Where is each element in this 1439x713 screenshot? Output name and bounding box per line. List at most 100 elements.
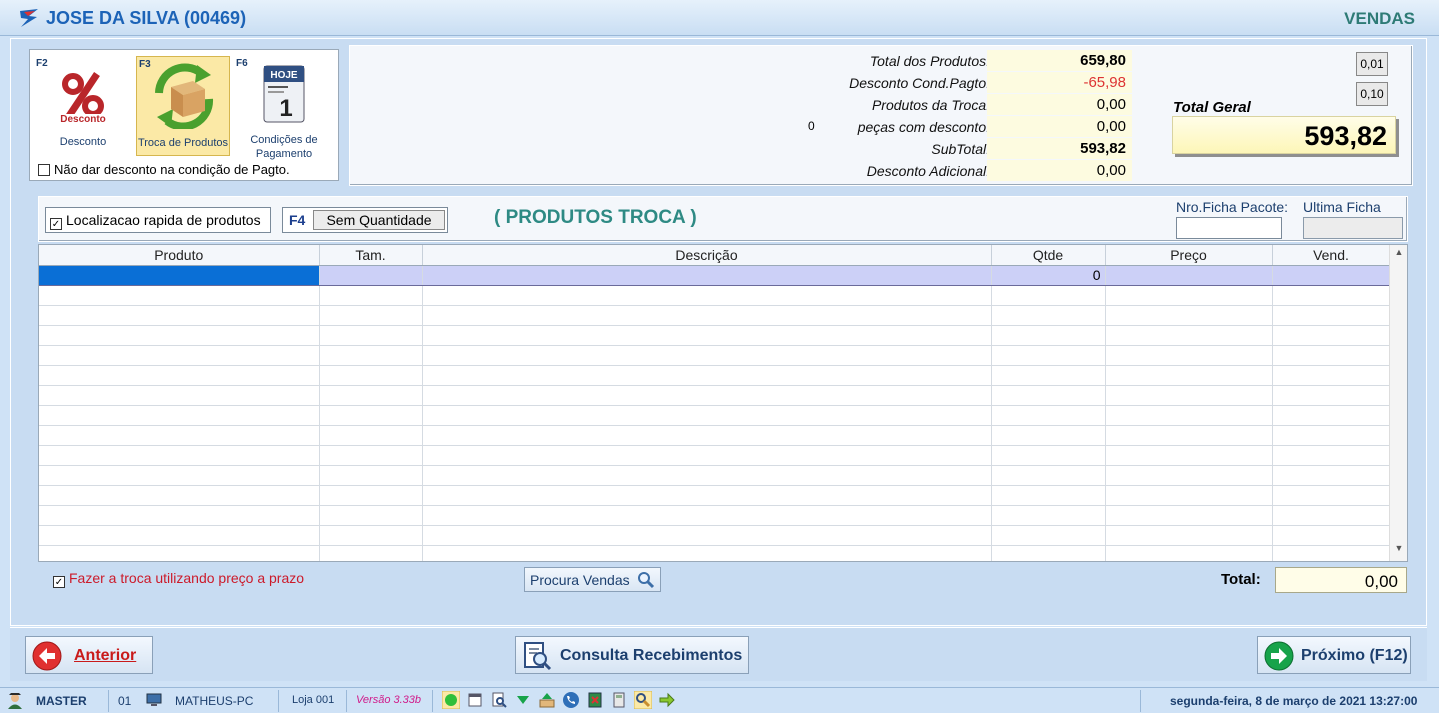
- table-row[interactable]: [39, 465, 1391, 486]
- cell-tam[interactable]: [319, 265, 423, 286]
- table-row[interactable]: [39, 305, 1391, 326]
- product-exchange-box-icon: [155, 63, 214, 129]
- procura-vendas-label: Procura Vendas: [530, 572, 630, 588]
- checkbox-checked[interactable]: ✓: [50, 218, 62, 230]
- exchange-tool-button[interactable]: F3 Troca de Produtos: [136, 56, 230, 156]
- search-icon[interactable]: [634, 691, 652, 709]
- status-bar: MASTER 01 MATHEUS-PC Loja 001 Versão 3.3…: [0, 687, 1439, 713]
- desconto-cond-label: Desconto Cond.Pagto:: [849, 75, 990, 91]
- grid-header-row: Produto Tam. Descrição Qtde Preço Vend.: [39, 245, 1391, 266]
- scroll-up-icon[interactable]: ▲: [1390, 247, 1407, 263]
- table-row[interactable]: [39, 445, 1391, 466]
- table-row[interactable]: [39, 385, 1391, 406]
- anterior-button[interactable]: Anterior: [25, 636, 153, 674]
- nro-ficha-label: Nro.Ficha Pacote:: [1176, 199, 1289, 215]
- produtos-troca-row: Produtos da Troca: 0,00: [350, 94, 1140, 116]
- main-panel: F2 Desconto Desconto F3 Troca de Produto…: [10, 38, 1427, 626]
- desconto-adicional-value[interactable]: 0,00: [987, 160, 1132, 181]
- window-icon[interactable]: [466, 691, 484, 709]
- col-preco[interactable]: Preço: [1105, 245, 1273, 266]
- desconto-cond-value: -65,98: [987, 72, 1132, 93]
- cell-produto[interactable]: [39, 265, 320, 286]
- table-row[interactable]: [39, 345, 1391, 366]
- col-tam[interactable]: Tam.: [319, 245, 423, 266]
- arrow-left-icon: [32, 641, 62, 671]
- cell-preco[interactable]: [1105, 265, 1273, 286]
- document-search-icon[interactable]: [490, 691, 508, 709]
- troca-prazo-label: Fazer a troca utilizando preço a prazo: [69, 570, 305, 586]
- pecas-label: peças com desconto:: [857, 119, 990, 135]
- nro-ficha-input[interactable]: [1176, 217, 1282, 239]
- svg-text:Desconto: Desconto: [60, 114, 106, 125]
- subtotal-label: SubTotal:: [931, 141, 990, 157]
- quick-search-checkbox[interactable]: ✓ Localizacao rapida de produtos: [45, 207, 271, 233]
- proximo-button[interactable]: Próximo (F12): [1257, 636, 1411, 674]
- tool-label: Troca de Produtos: [137, 137, 229, 149]
- cell-vend[interactable]: [1272, 265, 1391, 286]
- col-vend[interactable]: Vend.: [1272, 245, 1391, 266]
- dropdown-arrow-icon[interactable]: [514, 691, 532, 709]
- f4-key: F4: [289, 212, 306, 228]
- calendar-hoje-icon: HOJE 1: [263, 65, 305, 123]
- upload-icon[interactable]: [538, 691, 556, 709]
- payment-conditions-tool-button[interactable]: F6 HOJE 1 Condições de Pagamento: [234, 56, 334, 160]
- status-separator: [432, 690, 433, 712]
- document-search-icon: [524, 642, 552, 671]
- no-discount-checkbox[interactable]: Não dar desconto na condição de Pagto.: [38, 162, 290, 177]
- table-row[interactable]: [39, 405, 1391, 426]
- arrow-right-icon: [1264, 641, 1294, 671]
- phone-icon[interactable]: [562, 691, 580, 709]
- sem-quantidade-button[interactable]: Sem Quantidade: [313, 210, 445, 230]
- table-row[interactable]: 0: [39, 265, 1391, 286]
- scroll-down-icon[interactable]: ▼: [1390, 543, 1407, 559]
- pecas-value: 0,00: [987, 116, 1132, 137]
- table-row[interactable]: [39, 485, 1391, 506]
- col-qtde[interactable]: Qtde: [991, 245, 1106, 266]
- status-computer: MATHEUS-PC: [175, 694, 254, 708]
- status-version: Versão 3.33b: [356, 694, 422, 706]
- grid-scrollbar[interactable]: ▲ ▼: [1389, 245, 1407, 561]
- grid-total-value: 0,00: [1275, 567, 1407, 593]
- calendar-day: 1: [279, 95, 292, 122]
- products-grid[interactable]: Produto Tam. Descrição Qtde Preço Vend. …: [38, 244, 1408, 562]
- checkbox-checked[interactable]: ✓: [53, 576, 65, 588]
- table-row[interactable]: [39, 365, 1391, 386]
- table-row[interactable]: [39, 425, 1391, 446]
- tool-label: Desconto: [59, 136, 107, 148]
- table-row[interactable]: [39, 525, 1391, 546]
- consulta-label: Consulta Recebimentos: [560, 647, 743, 664]
- col-descricao[interactable]: Descrição: [422, 245, 992, 266]
- anterior-label: Anterior: [74, 647, 137, 664]
- checkbox-box[interactable]: [38, 164, 50, 176]
- calendar-header: HOJE: [270, 70, 298, 81]
- exit-door-icon[interactable]: [586, 691, 604, 709]
- app-logo-icon: [20, 9, 38, 27]
- produtos-troca-label: Produtos da Troca:: [871, 97, 990, 113]
- arrow-right-icon[interactable]: [658, 691, 676, 709]
- col-produto[interactable]: Produto: [39, 245, 320, 266]
- chat-icon[interactable]: [442, 691, 460, 709]
- procura-vendas-button[interactable]: Procura Vendas: [524, 567, 661, 592]
- table-row[interactable]: [39, 325, 1391, 346]
- calculator-icon[interactable]: [610, 691, 628, 709]
- pecas-count: 0: [808, 119, 815, 133]
- table-row[interactable]: [39, 505, 1391, 526]
- table-row[interactable]: [39, 285, 1391, 306]
- percent-discount-icon: Desconto: [59, 72, 107, 125]
- discount-tool-button[interactable]: F2 Desconto Desconto: [34, 56, 132, 156]
- no-discount-label: Não dar desconto na condição de Pagto.: [54, 162, 290, 177]
- computer-icon: [146, 693, 162, 706]
- cell-qtde[interactable]: 0: [991, 265, 1106, 286]
- table-row[interactable]: [39, 545, 1391, 561]
- status-station: 01: [118, 694, 132, 708]
- desconto-cond-row: Desconto Cond.Pagto: -65,98: [350, 72, 1140, 94]
- status-datetime: segunda-feira, 8 de março de 2021 13:27:…: [1170, 694, 1418, 708]
- ultima-ficha-label: Ultima Ficha: [1303, 199, 1381, 215]
- troca-prazo-checkbox[interactable]: ✓ Fazer a troca utilizando preço a prazo: [53, 570, 304, 588]
- round-010-button[interactable]: 0,10: [1356, 82, 1388, 106]
- total-produtos-row: Total dos Produtos: 659,80: [350, 50, 1140, 72]
- cell-descricao[interactable]: [422, 265, 992, 286]
- status-separator: [1140, 690, 1141, 712]
- round-001-button[interactable]: 0,01: [1356, 52, 1388, 76]
- consulta-recebimentos-button[interactable]: Consulta Recebimentos: [515, 636, 749, 674]
